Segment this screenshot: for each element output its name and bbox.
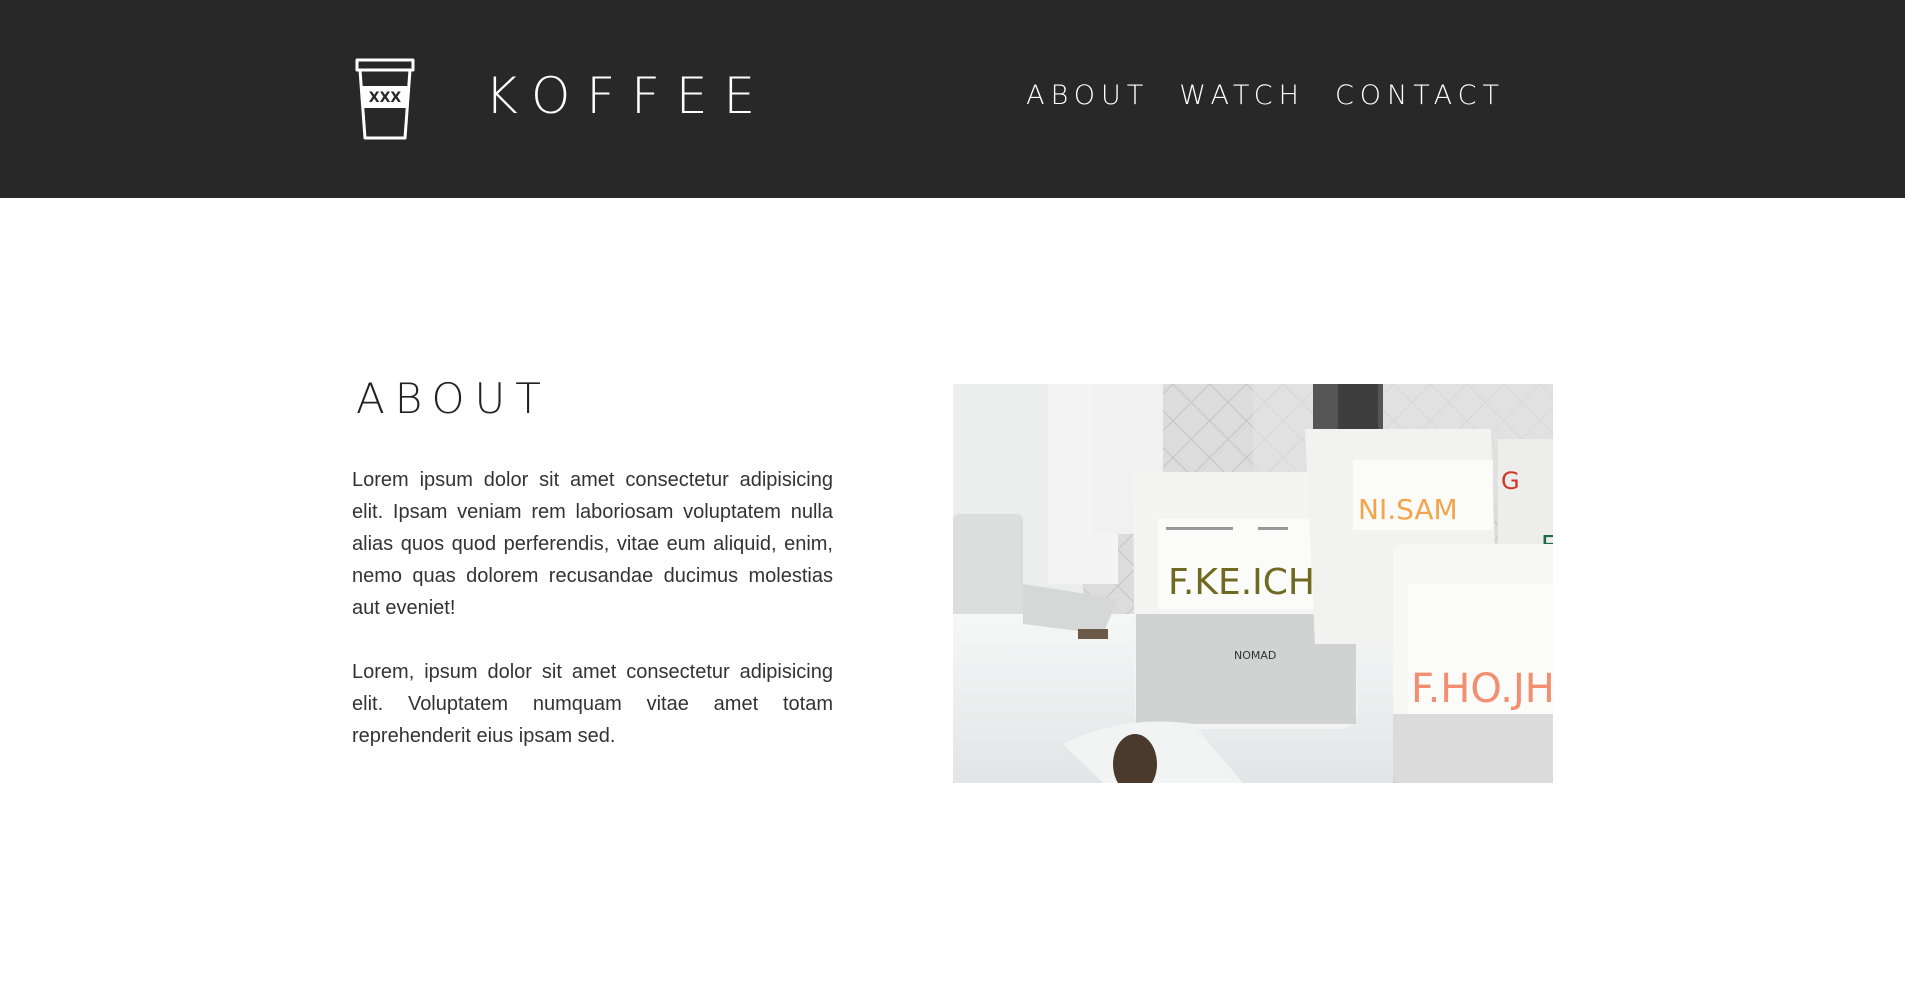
bag-label-fkeich: F.KE.ICH bbox=[1168, 562, 1315, 603]
brand-name[interactable]: KOFFEE bbox=[485, 66, 771, 126]
nav-about[interactable]: ABOUT bbox=[1026, 78, 1149, 114]
nav-contact[interactable]: CONTACT bbox=[1335, 78, 1505, 114]
coffee-cup-icon[interactable]: XXX bbox=[352, 58, 418, 142]
main-nav: ABOUT WATCH CONTACT bbox=[1026, 78, 1505, 114]
site-header: XXX KOFFEE ABOUT WATCH CONTACT bbox=[0, 0, 1905, 198]
bag-label-fhojh: F.HO.JH bbox=[1411, 666, 1553, 712]
coffee-bags-photo: F.KE.ICH NOMAD NI.SAM G E F.HO.JH bbox=[953, 384, 1553, 783]
bag-label-nomad: NOMAD bbox=[1234, 649, 1276, 662]
nav-watch[interactable]: WATCH bbox=[1179, 78, 1305, 114]
logo-mark: XXX bbox=[369, 90, 402, 106]
about-title: ABOUT bbox=[356, 374, 551, 423]
bag-label-nisam: NI.SAM bbox=[1358, 493, 1458, 526]
about-paragraph-1: Lorem ipsum dolor sit amet consectetur a… bbox=[352, 469, 833, 619]
about-paragraph-2: Lorem, ipsum dolor sit amet consectetur … bbox=[352, 661, 833, 747]
svg-text:G: G bbox=[1501, 467, 1520, 495]
